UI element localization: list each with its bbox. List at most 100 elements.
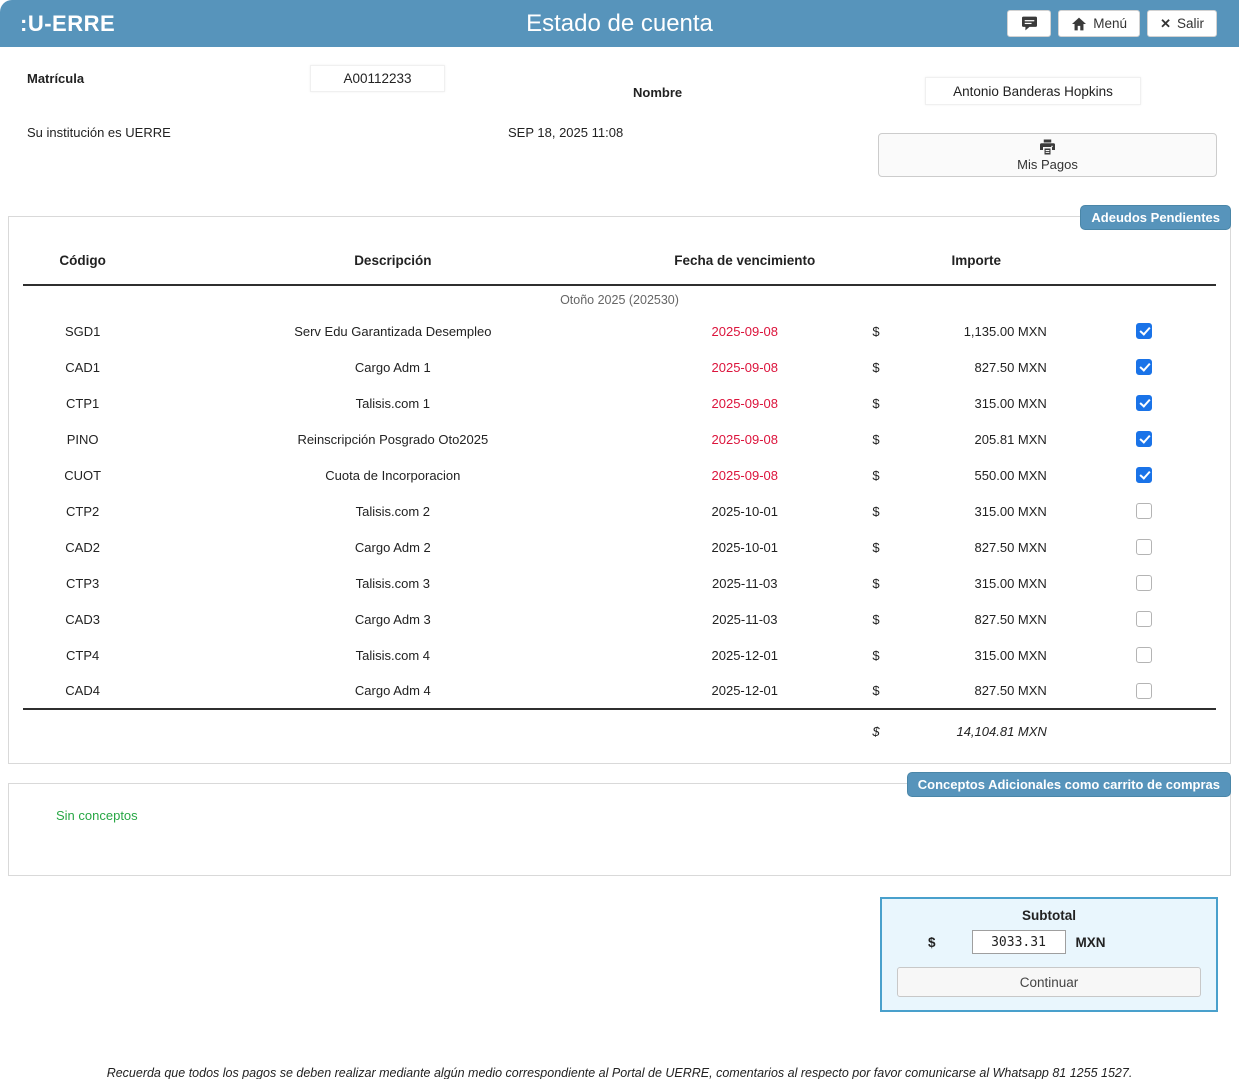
row-currency-symbol: $ [846, 673, 906, 709]
row-currency-symbol: $ [846, 457, 906, 493]
uerre-logo: :U-ERRE [20, 11, 115, 37]
total-row: $ 14,104.81 MXN [23, 709, 1216, 753]
row-codigo: CUOT [23, 457, 142, 493]
row-importe: 205.81 MXN [906, 421, 1073, 457]
row-codigo: CTP3 [23, 565, 142, 601]
adeudos-panel: Adeudos Pendientes Código Descripción Fe… [8, 216, 1231, 764]
table-row: CTP4 Talisis.com 4 2025-12-01 $ 315.00 M… [23, 637, 1216, 673]
table-row: CTP3 Talisis.com 3 2025-11-03 $ 315.00 M… [23, 565, 1216, 601]
row-checkbox[interactable] [1136, 359, 1152, 375]
table-row: CAD1 Cargo Adm 1 2025-09-08 $ 827.50 MXN [23, 349, 1216, 385]
subtotal-label: Subtotal [882, 908, 1216, 923]
conceptos-badge: Conceptos Adicionales como carrito de co… [907, 772, 1231, 797]
term-group-row: Otoño 2025 (202530) [23, 285, 1216, 313]
row-importe: 315.00 MXN [906, 385, 1073, 421]
row-currency-symbol: $ [846, 349, 906, 385]
row-checkbox[interactable] [1136, 431, 1152, 447]
student-info-section: Matrícula A00112233 Nombre Antonio Bande… [0, 47, 1239, 207]
table-row: CUOT Cuota de Incorporacion 2025-09-08 $… [23, 457, 1216, 493]
table-row: SGD1 Serv Edu Garantizada Desempleo 2025… [23, 313, 1216, 349]
matricula-field[interactable]: A00112233 [310, 65, 445, 92]
row-fecha: 2025-11-03 [643, 601, 846, 637]
row-descripcion: Reinscripción Posgrado Oto2025 [142, 421, 643, 457]
row-importe: 315.00 MXN [906, 493, 1073, 529]
comments-button[interactable] [1007, 10, 1051, 37]
table-row: CAD3 Cargo Adm 3 2025-11-03 $ 827.50 MXN [23, 601, 1216, 637]
subtotal-row: $ MXN [882, 930, 1216, 954]
no-conceptos-text: Sin conceptos [56, 808, 1230, 823]
row-fecha: 2025-09-08 [643, 349, 846, 385]
row-currency-symbol: $ [846, 565, 906, 601]
row-descripcion: Talisis.com 3 [142, 565, 643, 601]
table-header-row: Código Descripción Fecha de vencimiento … [23, 243, 1216, 285]
row-currency-symbol: $ [846, 493, 906, 529]
mis-pagos-button[interactable]: Mis Pagos [878, 133, 1217, 177]
row-checkbox[interactable] [1136, 503, 1152, 519]
column-header-codigo: Código [23, 243, 142, 285]
row-fecha: 2025-12-01 [643, 673, 846, 709]
column-header-fecha: Fecha de vencimiento [643, 243, 846, 285]
row-checkbox[interactable] [1136, 575, 1152, 591]
row-descripcion: Cargo Adm 4 [142, 673, 643, 709]
row-checkbox[interactable] [1136, 539, 1152, 555]
header-actions: Menú ✕ Salir [1007, 10, 1217, 37]
row-descripcion: Serv Edu Garantizada Desempleo [142, 313, 643, 349]
row-checkbox[interactable] [1136, 323, 1152, 339]
comment-icon [1021, 16, 1038, 31]
header-bar: :U-ERRE Estado de cuenta Menú ✕ Salir [0, 0, 1239, 47]
row-fecha: 2025-12-01 [643, 637, 846, 673]
row-fecha: 2025-10-01 [643, 493, 846, 529]
column-header-checkbox [1073, 243, 1216, 285]
row-currency-symbol: $ [846, 529, 906, 565]
total-amount: 14,104.81 MXN [906, 709, 1073, 753]
menu-button[interactable]: Menú [1058, 10, 1140, 37]
row-descripcion: Talisis.com 4 [142, 637, 643, 673]
exit-button[interactable]: ✕ Salir [1147, 10, 1217, 37]
row-descripcion: Talisis.com 2 [142, 493, 643, 529]
subtotal-input[interactable] [972, 930, 1066, 954]
subtotal-currency-symbol: $ [928, 935, 936, 950]
row-fecha: 2025-09-08 [643, 385, 846, 421]
table-row: CTP2 Talisis.com 2 2025-10-01 $ 315.00 M… [23, 493, 1216, 529]
nombre-label: Nombre [633, 85, 682, 100]
row-codigo: CTP2 [23, 493, 142, 529]
row-descripcion: Cuota de Incorporacion [142, 457, 643, 493]
institution-text: Su institución es UERRE [27, 125, 171, 140]
row-importe: 315.00 MXN [906, 637, 1073, 673]
row-checkbox[interactable] [1136, 647, 1152, 663]
conceptos-panel: Conceptos Adicionales como carrito de co… [8, 783, 1231, 876]
row-fecha: 2025-11-03 [643, 565, 846, 601]
row-fecha: 2025-09-08 [643, 457, 846, 493]
row-importe: 827.50 MXN [906, 601, 1073, 637]
statement-datetime: SEP 18, 2025 11:08 [508, 125, 623, 140]
column-header-symbol [846, 243, 906, 285]
nombre-field[interactable]: Antonio Banderas Hopkins [925, 77, 1141, 105]
row-importe: 827.50 MXN [906, 349, 1073, 385]
adeudos-badge: Adeudos Pendientes [1080, 205, 1231, 230]
row-importe: 550.00 MXN [906, 457, 1073, 493]
column-header-importe: Importe [906, 243, 1073, 285]
row-descripcion: Cargo Adm 1 [142, 349, 643, 385]
row-currency-symbol: $ [846, 313, 906, 349]
row-checkbox[interactable] [1136, 683, 1152, 699]
row-importe: 315.00 MXN [906, 565, 1073, 601]
row-checkbox[interactable] [1136, 467, 1152, 483]
subtotal-currency-code: MXN [1076, 935, 1106, 950]
mis-pagos-label: Mis Pagos [1017, 157, 1078, 172]
row-codigo: PINO [23, 421, 142, 457]
row-descripcion: Talisis.com 1 [142, 385, 643, 421]
row-currency-symbol: $ [846, 601, 906, 637]
continue-button[interactable]: Continuar [897, 967, 1201, 997]
table-row: CAD4 Cargo Adm 4 2025-12-01 $ 827.50 MXN [23, 673, 1216, 709]
home-icon [1071, 17, 1087, 31]
row-codigo: CTP1 [23, 385, 142, 421]
row-codigo: CAD2 [23, 529, 142, 565]
row-currency-symbol: $ [846, 637, 906, 673]
menu-button-label: Menú [1093, 16, 1127, 31]
row-importe: 1,135.00 MXN [906, 313, 1073, 349]
row-checkbox[interactable] [1136, 395, 1152, 411]
row-checkbox[interactable] [1136, 611, 1152, 627]
printer-icon [1038, 138, 1057, 156]
row-descripcion: Cargo Adm 2 [142, 529, 643, 565]
table-row: PINO Reinscripción Posgrado Oto2025 2025… [23, 421, 1216, 457]
